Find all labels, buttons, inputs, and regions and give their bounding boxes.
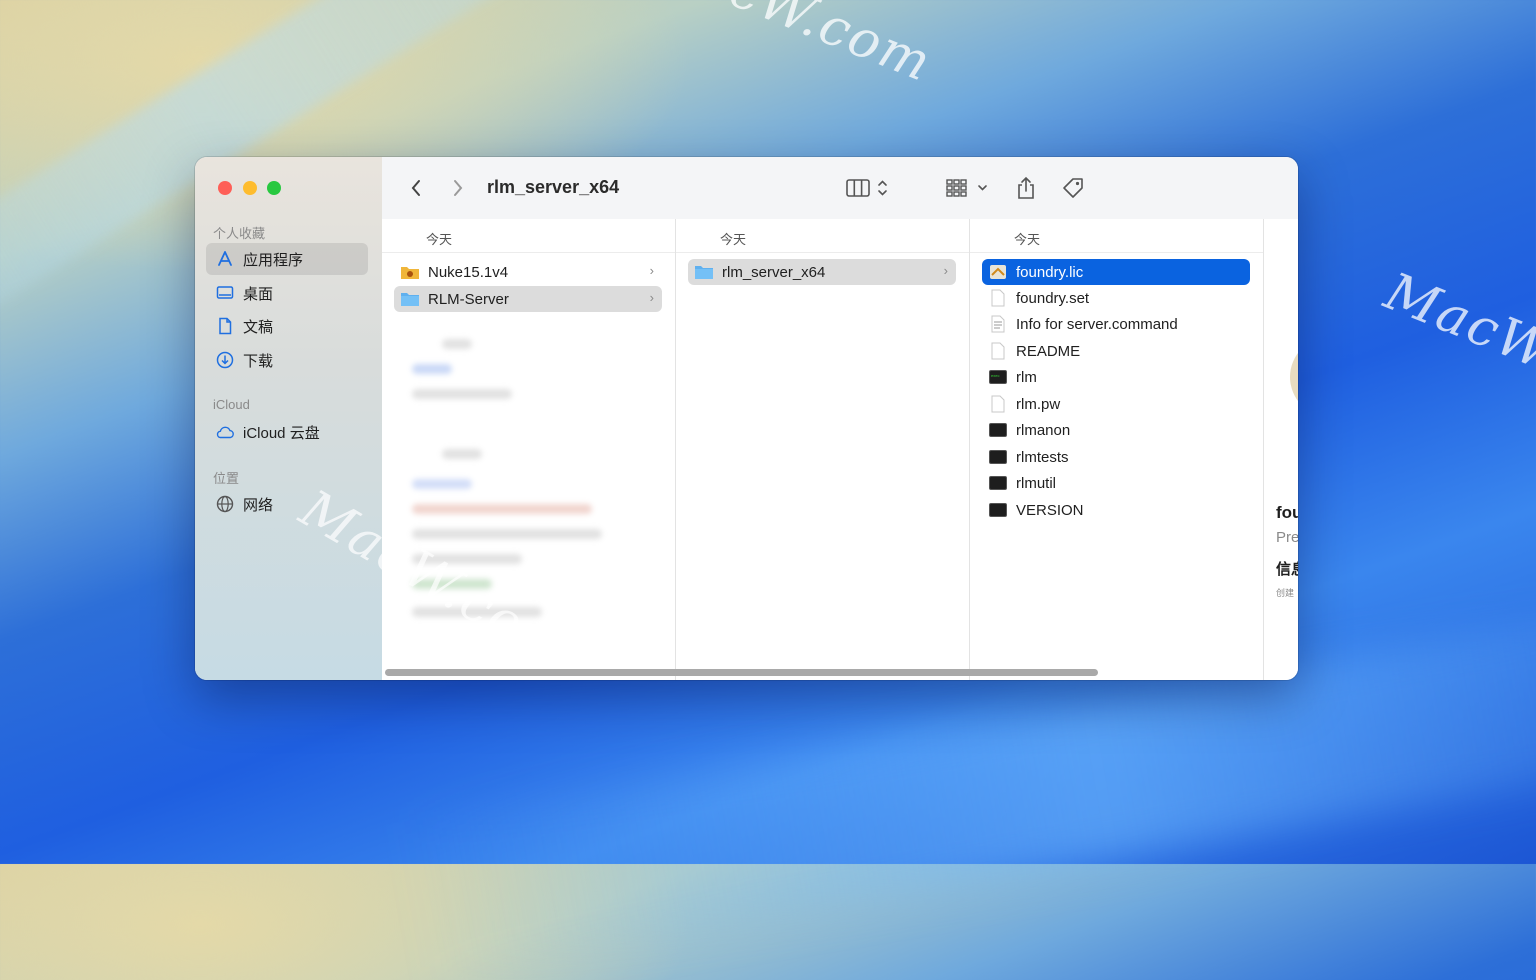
list-item-nuke[interactable]: Nuke15.1v4 › (394, 259, 662, 285)
sidebar-item-label: 下载 (243, 352, 274, 370)
sidebar: 个人收藏 应用程序 桌面 文稿 下载 iCloud iCloud 云盘 位置 网… (195, 157, 383, 680)
sidebar-item-label: 桌面 (243, 285, 274, 303)
list-item-label: foundry.lic (1016, 263, 1084, 281)
close-button[interactable] (218, 181, 232, 195)
column-header: 今天 (970, 219, 1263, 253)
folder-icon (694, 263, 714, 281)
app-folder-icon (400, 263, 420, 281)
sidebar-item-label: 文稿 (243, 318, 274, 336)
list-item-rlmutil[interactable]: rlmutil (982, 470, 1250, 496)
column-header: 今天 (676, 219, 969, 253)
sidebar-item-label: iCloud 云盘 (243, 424, 320, 442)
globe-icon (215, 494, 235, 514)
share-icon (1018, 176, 1034, 199)
list-item-label: rlm_server_x64 (722, 263, 826, 281)
column-header-label: 今天 (720, 232, 747, 247)
apps-icon (215, 249, 235, 269)
list-item-label: RLM-Server (428, 290, 509, 308)
chevron-right-icon (454, 180, 463, 196)
sidebar-section-locations: 位置 (213, 471, 240, 486)
terminal-exec-icon (988, 421, 1008, 439)
chevron-left-icon (411, 180, 420, 196)
sidebar-item-desktop[interactable]: 桌面 (206, 277, 368, 309)
sidebar-item-applications[interactable]: 应用程序 (206, 243, 368, 275)
list-item-label: README (1016, 342, 1081, 360)
text-file-icon (988, 315, 1008, 333)
grid-icon (946, 179, 987, 197)
folder-icon (400, 290, 420, 308)
watermark: MacW.c (1376, 261, 1536, 399)
horizontal-scrollbar[interactable] (385, 669, 1098, 676)
blank-file-icon (988, 289, 1008, 307)
preview-created-label: 创建 (1276, 588, 1295, 598)
list-item-label: rlmutil (1016, 474, 1056, 492)
list-item-label: Nuke15.1v4 (428, 263, 509, 281)
list-item-rlmanon[interactable]: rlmanon (982, 417, 1250, 443)
sidebar-item-label: 网络 (243, 496, 274, 514)
preview-file-kind: Pre (1276, 529, 1298, 546)
share-button[interactable] (1012, 173, 1040, 203)
watermark: MacW.com (639, 0, 941, 95)
preview-info-heading: 信息 (1276, 561, 1298, 578)
preview-pane: fou Pre 信息 创建 (1264, 219, 1298, 680)
list-item-info-command[interactable]: Info for server.command (982, 311, 1250, 337)
download-icon (215, 350, 235, 370)
list-item-rlm-server-x64[interactable]: rlm_server_x64 › (688, 259, 956, 285)
cloud-icon (215, 422, 235, 442)
sidebar-section-icloud: iCloud (213, 397, 250, 412)
preview-thumbnail (1290, 337, 1298, 417)
minimize-button[interactable] (243, 181, 257, 195)
columns-view-icon (846, 179, 887, 197)
list-item-label: rlmtests (1016, 448, 1069, 466)
window-title: rlm_server_x64 (487, 177, 620, 197)
sidebar-item-label: 应用程序 (243, 251, 304, 269)
list-item-rlm-server[interactable]: RLM-Server › (394, 286, 662, 312)
sidebar-item-documents[interactable]: 文稿 (206, 310, 368, 342)
list-item-rlmtests[interactable]: rlmtests (982, 444, 1250, 470)
chevron-right-icon: › (943, 263, 948, 278)
forward-button[interactable] (446, 173, 470, 203)
terminal-exec-icon (988, 501, 1008, 519)
column-header: 今天 (382, 219, 675, 253)
list-item-label: rlmanon (1016, 421, 1071, 439)
column-2: 今天 rlm_server_x64 › (676, 219, 970, 680)
zoom-button[interactable] (267, 181, 281, 195)
desktop-icon (215, 283, 235, 303)
license-file-icon (988, 263, 1008, 281)
list-item-foundry-lic[interactable]: foundry.lic (982, 259, 1250, 285)
list-item-version[interactable]: VERSION (982, 497, 1250, 523)
toolbar: rlm_server_x64 (382, 157, 1298, 220)
blank-file-icon (988, 395, 1008, 413)
sidebar-item-downloads[interactable]: 下载 (206, 344, 368, 376)
svg-text:exec: exec (991, 373, 999, 378)
back-button[interactable] (404, 173, 428, 203)
list-item-label: rlm (1016, 368, 1037, 386)
list-item-label: foundry.set (1016, 289, 1090, 307)
document-icon (215, 316, 235, 336)
column-3: 今天 foundry.lic foundry.set Info for serv… (970, 219, 1264, 680)
tag-button[interactable] (1058, 173, 1088, 203)
preview-file-name: fou (1276, 503, 1298, 522)
sidebar-item-icloud-drive[interactable]: iCloud 云盘 (206, 416, 368, 448)
sidebar-section-favorites: 个人收藏 (213, 226, 266, 241)
list-item-label: Info for server.command (1016, 315, 1178, 333)
tag-icon (1063, 178, 1083, 198)
blank-file-icon (988, 342, 1008, 360)
view-mode-button[interactable] (844, 173, 894, 203)
list-item-rlm[interactable]: exec rlm (982, 364, 1250, 390)
column-header-label: 今天 (1014, 232, 1041, 247)
terminal-exec-icon (988, 474, 1008, 492)
list-item-rlm-pw[interactable]: rlm.pw (982, 391, 1250, 417)
list-item-label: rlm.pw (1016, 395, 1061, 413)
terminal-exec-icon: exec (988, 368, 1008, 386)
finder-window: 个人收藏 应用程序 桌面 文稿 下载 iCloud iCloud 云盘 位置 网… (195, 157, 1298, 680)
list-item-label: VERSION (1016, 501, 1084, 519)
terminal-exec-icon (988, 448, 1008, 466)
chevron-right-icon: › (649, 263, 654, 278)
list-item-readme[interactable]: README (982, 338, 1250, 364)
column-header-label: 今天 (426, 232, 453, 247)
group-button[interactable] (944, 173, 994, 203)
chevron-right-icon: › (649, 290, 654, 305)
list-item-foundry-set[interactable]: foundry.set (982, 285, 1250, 311)
